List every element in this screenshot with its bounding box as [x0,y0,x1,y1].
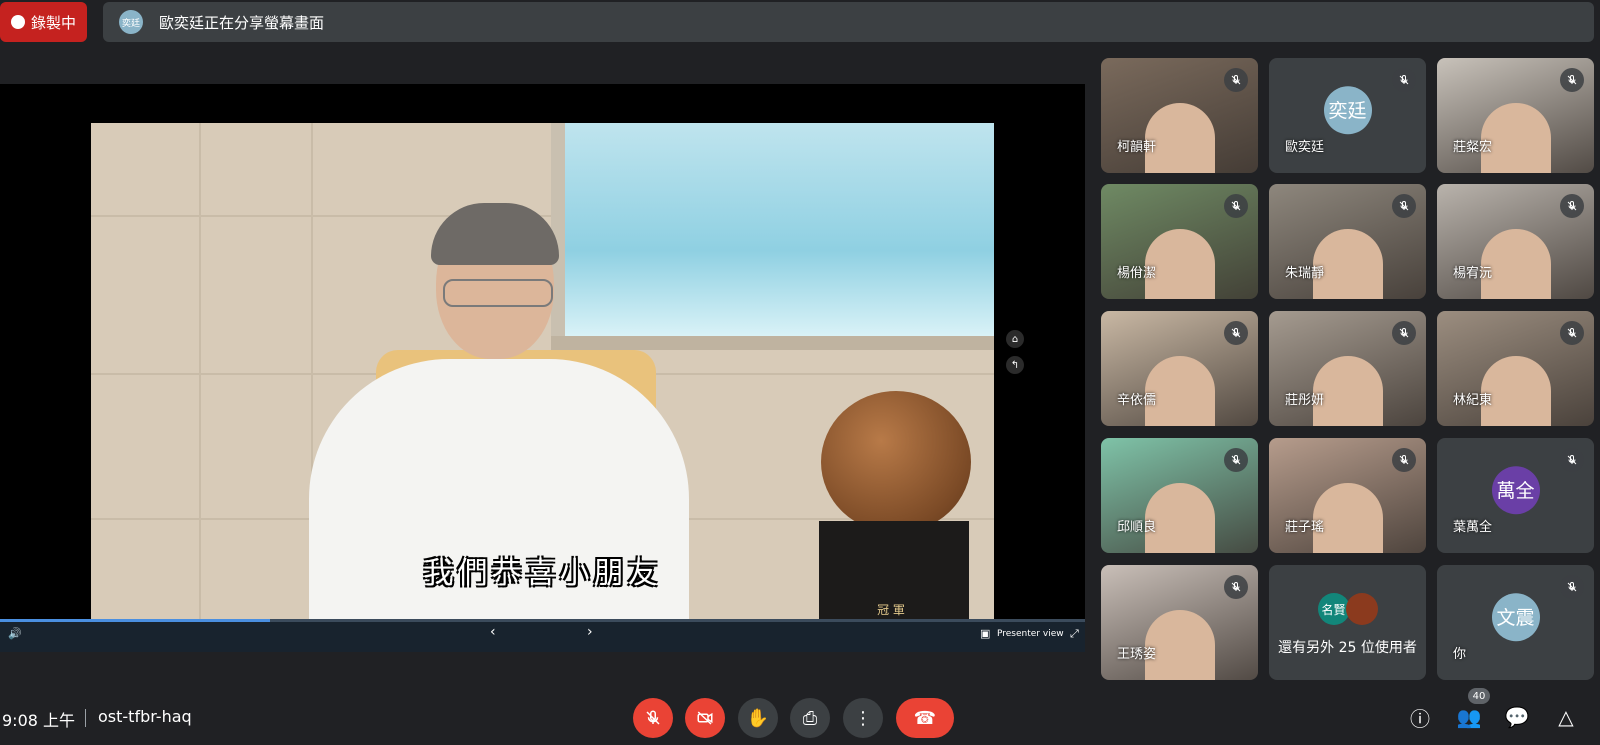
participant-tile[interactable]: 邱順良 [1101,438,1258,553]
presentation-stage: 冠 軍 我們恭喜小朋友 ⌂ ↰ 🔊 ‹ › ▣ Presenter view ⤢ [0,84,1085,652]
participant-tile[interactable]: 辛依儒 [1101,311,1258,426]
meeting-time: 9:08 上午 [2,711,76,730]
mic-off-icon [646,710,660,725]
present-screen-button[interactable]: ⎙ [790,698,830,738]
participant-name: 辛依儒 [1117,393,1157,408]
recording-indicator[interactable]: 錄製中 [0,2,87,42]
participant-name: 你 [1453,647,1467,662]
participant-tile[interactable]: 莊彤妍 [1269,311,1426,426]
prev-slide-icon[interactable]: ‹ [490,624,496,640]
hand-icon: ✋ [746,707,770,729]
mic-muted-icon [1224,68,1248,92]
share-status-text: 歐奕廷正在分享螢幕畫面 [159,13,325,32]
mic-muted-icon [1224,194,1248,218]
screen-share-banner: 奕廷 歐奕廷正在分享螢幕畫面 [103,2,1594,42]
home-icon[interactable]: ⌂ [1006,330,1024,348]
participant-name: 林紀東 [1453,393,1493,408]
window-view [551,123,994,344]
raise-hand-button[interactable]: ✋ [738,698,778,738]
back-icon[interactable]: ↰ [1006,356,1024,374]
hangup-icon: ☎ [913,707,937,729]
camera-off-icon [697,711,713,725]
participant-tile[interactable]: 朱瑞靜 [1269,184,1426,299]
record-dot-icon [10,15,25,29]
mic-muted-icon [1392,68,1416,92]
video-caption: 我們恭喜小朋友 [423,556,662,591]
participant-name: 楊宥沅 [1453,266,1493,281]
participant-avatar: 文震 [1491,592,1540,641]
participant-tile[interactable]: 萬全葉萬全 [1437,438,1594,553]
participant-tile[interactable]: 奕廷歐奕廷 [1269,58,1426,173]
mic-muted-icon [1224,575,1248,599]
participant-name: 葉萬全 [1453,520,1493,535]
progress-bar[interactable] [0,619,1085,622]
participant-name: 莊粲宏 [1453,140,1493,155]
mic-muted-icon [1392,194,1416,218]
mic-muted-icon [1560,68,1584,92]
window-sill [551,336,994,350]
more-participants-label: 還有另外 25 位使用者 [1278,640,1417,656]
mic-muted-icon [1392,448,1416,472]
participant-avatar: 萬全 [1491,465,1540,514]
activities-icon[interactable]: △ [1551,702,1581,732]
more-options-button[interactable]: ⋮ [843,698,883,738]
baseball-trophy [821,391,971,533]
participant-tile[interactable]: 名賢還有另外 25 位使用者 [1269,565,1426,680]
participant-name: 邱順良 [1117,520,1157,535]
more-vert-icon: ⋮ [854,707,872,729]
speaker-glasses [443,279,553,307]
next-slide-icon[interactable]: › [587,624,593,640]
top-bar: 錄製中 奕廷 歐奕廷正在分享螢幕畫面 [0,0,1600,44]
progress-fill [0,619,270,622]
microphone-off-button[interactable] [633,698,673,738]
present-icon: ⎙ [802,707,818,729]
participant-tile[interactable]: 文震你 [1437,565,1594,680]
mic-muted-icon [1560,321,1584,345]
meeting-code: ost-tfbr-haq [98,707,192,726]
participant-tile[interactable]: 柯韻軒 [1101,58,1258,173]
participant-name: 莊子瑤 [1285,520,1325,535]
leave-call-button[interactable]: ☎ [896,698,954,738]
trophy-label: 冠 軍 [877,603,905,617]
mic-muted-icon [1560,194,1584,218]
participant-name: 柯韻軒 [1117,140,1157,155]
speaker-hair [431,203,559,265]
participant-tile[interactable]: 莊粲宏 [1437,58,1594,173]
participant-avatar: 奕廷 [1323,85,1372,134]
mic-muted-icon [1560,448,1584,472]
mic-muted-icon [1392,321,1416,345]
mic-muted-icon [1224,448,1248,472]
slide-controls: 🔊 ‹ › ▣ Presenter view ⤢ [0,619,1085,652]
participant-name: 楊佾潔 [1117,266,1157,281]
presentation-video: 冠 軍 我們恭喜小朋友 [91,123,994,631]
divider [85,709,86,727]
bottom-bar: 9:08 上午 ost-tfbr-haq ✋ ⎙ ⋮ ☎ ⓘ 👥 40 💬 △ [0,688,1600,745]
participant-tile[interactable]: 莊子瑤 [1269,438,1426,553]
volume-icon[interactable]: 🔊 [8,627,22,640]
participant-name: 王琇姿 [1117,647,1157,662]
mini-avatar [1345,593,1378,625]
participant-name: 歐奕廷 [1285,140,1325,155]
presenter-view-label[interactable]: Presenter view [997,629,1064,639]
camera-off-button[interactable] [685,698,725,738]
participant-name: 莊彤妍 [1285,393,1325,408]
chat-icon[interactable]: 💬 [1502,702,1532,732]
participant-tile[interactable]: 楊佾潔 [1101,184,1258,299]
participant-tile[interactable]: 王琇姿 [1101,565,1258,680]
participant-grid: 柯韻軒 奕廷 歐奕廷 莊粲宏 楊佾潔 朱瑞靜 楊宥沅 辛依儒 莊彤妍 林紀東 邱順良 莊子瑤 萬全 葉萬全… [1101,58,1596,680]
recording-label: 錄製中 [30,13,76,32]
presenter-view-icon[interactable]: ▣ [980,627,990,640]
sharer-avatar: 奕廷 [119,10,143,34]
people-icon[interactable]: 👥 [1454,702,1484,732]
participant-tile[interactable]: 楊宥沅 [1437,184,1594,299]
mic-muted-icon [1560,575,1584,599]
participant-name: 朱瑞靜 [1285,266,1325,281]
fullscreen-icon[interactable]: ⤢ [1070,627,1079,641]
info-icon[interactable]: ⓘ [1405,702,1435,732]
mic-muted-icon [1224,321,1248,345]
participant-tile[interactable]: 林紀東 [1437,311,1594,426]
people-count-badge: 40 [1468,688,1490,704]
more-participants-avatars: 名賢 [1317,593,1378,625]
